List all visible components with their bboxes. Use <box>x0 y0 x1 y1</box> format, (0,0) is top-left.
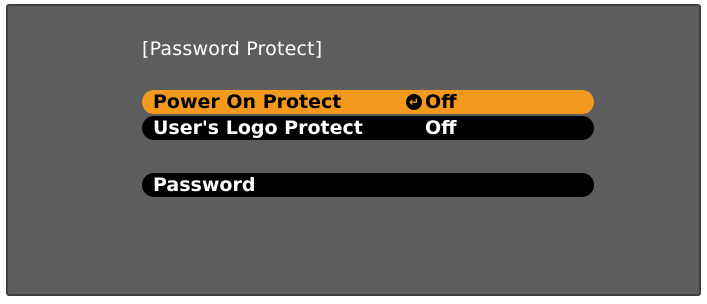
menu-item-users-logo-protect[interactable]: User's Logo Protect Off <box>142 116 594 140</box>
menu-item-password[interactable]: Password <box>142 173 594 197</box>
menu-item-label: Power On Protect <box>153 91 342 113</box>
menu-item-value: Off <box>425 91 457 113</box>
menu-item-label: User's Logo Protect <box>153 117 363 139</box>
menu-item-value: Off <box>425 117 457 139</box>
enter-icon: ↵ <box>406 94 422 110</box>
password-protect-menu: [Password Protect] Power On Protect ↵ Of… <box>6 4 701 296</box>
menu-item-label: Password <box>153 174 256 196</box>
menu-title: [Password Protect] <box>142 38 323 60</box>
menu-item-power-on-protect[interactable]: Power On Protect ↵ Off <box>142 90 594 114</box>
